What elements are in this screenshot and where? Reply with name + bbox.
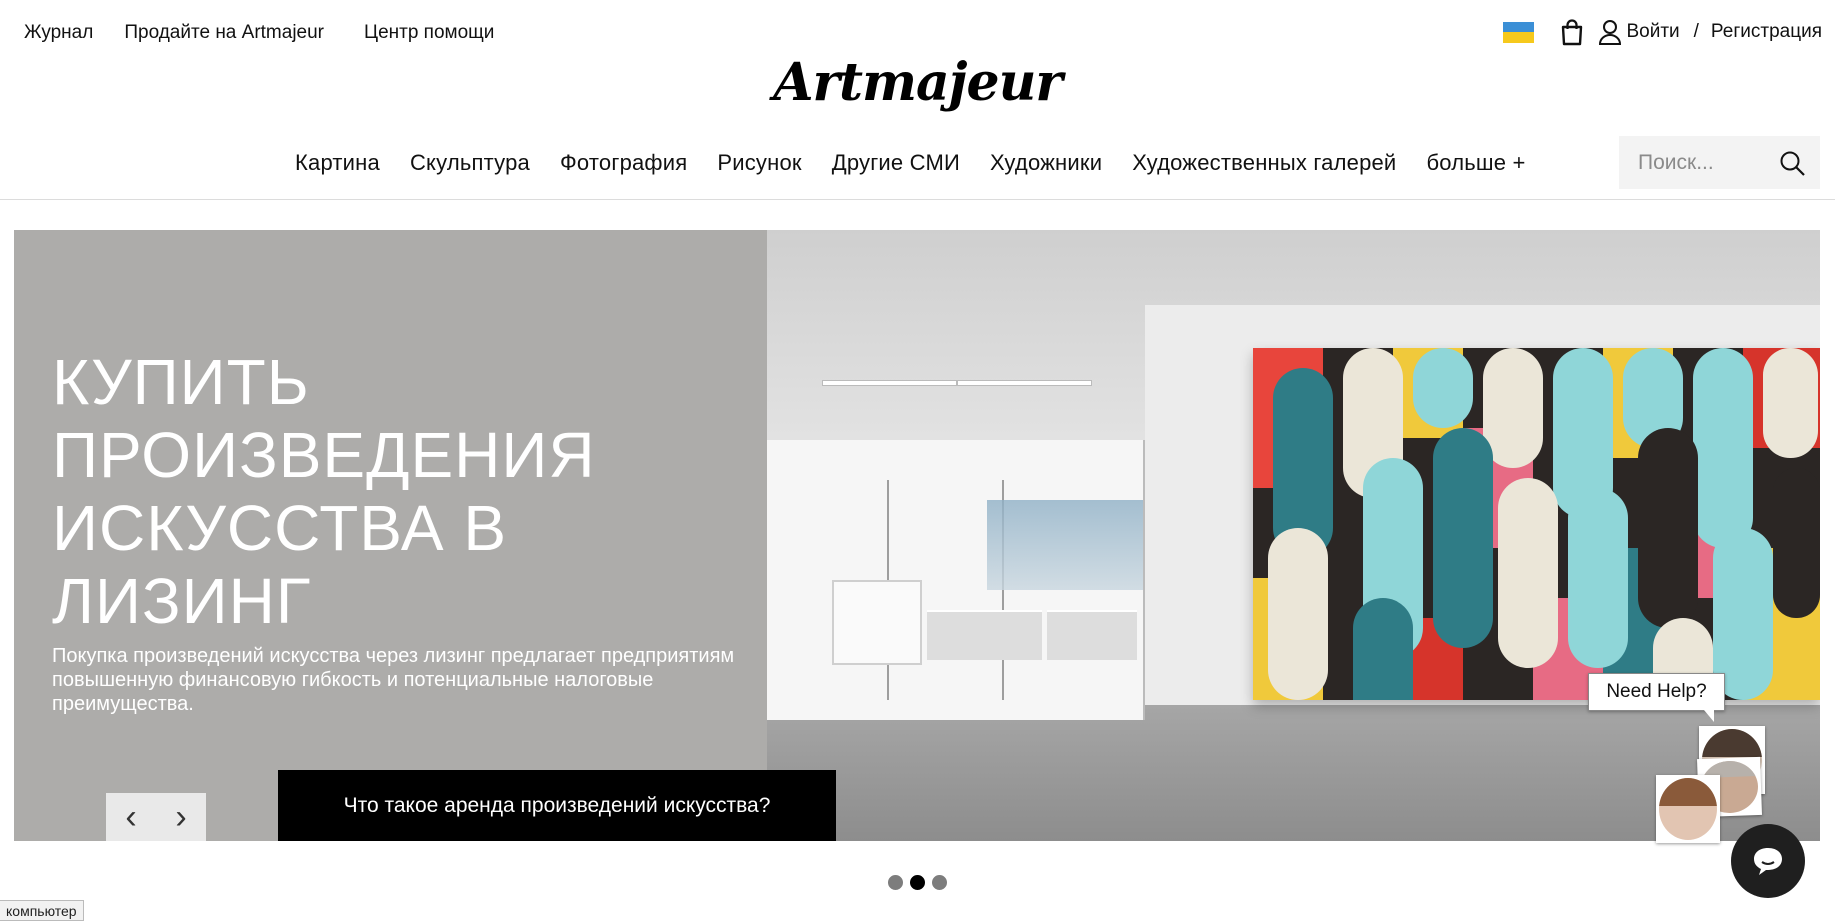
link-sell-on-artmajeur[interactable]: Продайте на Artmajeur (124, 22, 324, 44)
account-separator: / (1693, 21, 1699, 42)
main-nav: Картина Скульптура Фотография Рисунок Др… (295, 150, 1556, 176)
link-journal[interactable]: Журнал (24, 22, 93, 44)
nav-item-painting[interactable]: Картина (295, 150, 380, 176)
carousel-dot[interactable] (932, 875, 947, 890)
login-label: Войти (1626, 21, 1680, 42)
support-avatar[interactable] (1656, 775, 1720, 843)
carousel-arrows: ‹ › (106, 793, 206, 841)
account-area: Войти / Регистрация (1503, 18, 1822, 46)
chevron-right-icon[interactable]: › (175, 800, 186, 834)
ceiling-lamp (822, 380, 957, 386)
search-icon[interactable] (1778, 149, 1806, 177)
nav-item-artists[interactable]: Художники (990, 150, 1102, 176)
search-box (1619, 136, 1820, 189)
carousel-dot-active[interactable] (910, 875, 925, 890)
hero-carousel: КУПИТЬ ПРОИЗВЕДЕНИЯ ИСКУССТВА В ЛИЗИНГ П… (14, 230, 1820, 841)
login-link[interactable]: Войти (1598, 19, 1680, 45)
status-bar: компьютер (0, 900, 84, 921)
art-leasing-cta-button[interactable]: Что такое аренда произведений искусства? (278, 770, 836, 841)
chat-bubble-icon (1754, 848, 1782, 875)
abstract-painting (1253, 348, 1820, 700)
link-help-center[interactable]: Центр помощи (364, 22, 494, 44)
nav-item-photography[interactable]: Фотография (560, 150, 687, 176)
office-room (767, 380, 1145, 720)
header-divider (0, 199, 1835, 200)
register-link[interactable]: Регистрация (1711, 21, 1822, 43)
hero-image (767, 230, 1820, 841)
nav-item-more[interactable]: больше + (1426, 150, 1525, 176)
shopping-bag-icon[interactable] (1559, 18, 1585, 46)
nav-item-drawing[interactable]: Рисунок (717, 150, 801, 176)
painting-artwork (1253, 348, 1820, 700)
carousel-dots (888, 875, 947, 890)
carousel-dot[interactable] (888, 875, 903, 890)
nav-item-sculpture[interactable]: Скульптура (410, 150, 530, 176)
top-utility-links: Журнал Продайте на Artmajeur Центр помощ… (24, 22, 525, 44)
office-shelf (832, 580, 922, 665)
office-desk (1047, 610, 1137, 660)
need-help-bubble[interactable]: Need Help? (1588, 673, 1725, 722)
search-input[interactable] (1638, 150, 1778, 175)
ukraine-flag-icon[interactable] (1503, 21, 1535, 43)
office-desk (927, 610, 1042, 660)
hero-title: КУПИТЬ ПРОИЗВЕДЕНИЯ ИСКУССТВА В ЛИЗИНГ (52, 346, 596, 637)
nav-item-other-media[interactable]: Другие СМИ (832, 150, 960, 176)
ceiling-lamp (957, 380, 1092, 386)
chat-button[interactable] (1731, 824, 1805, 898)
nav-item-galleries[interactable]: Художественных галерей (1132, 150, 1396, 176)
site-logo[interactable]: Artmajeur (0, 52, 1835, 113)
hero-subtitle: Покупка произведений искусства через лиз… (52, 645, 735, 715)
chevron-left-icon[interactable]: ‹ (125, 800, 136, 834)
user-icon (1599, 20, 1622, 45)
hero-text-panel: КУПИТЬ ПРОИЗВЕДЕНИЯ ИСКУССТВА В ЛИЗИНГ П… (14, 230, 767, 841)
office-window (987, 500, 1143, 590)
